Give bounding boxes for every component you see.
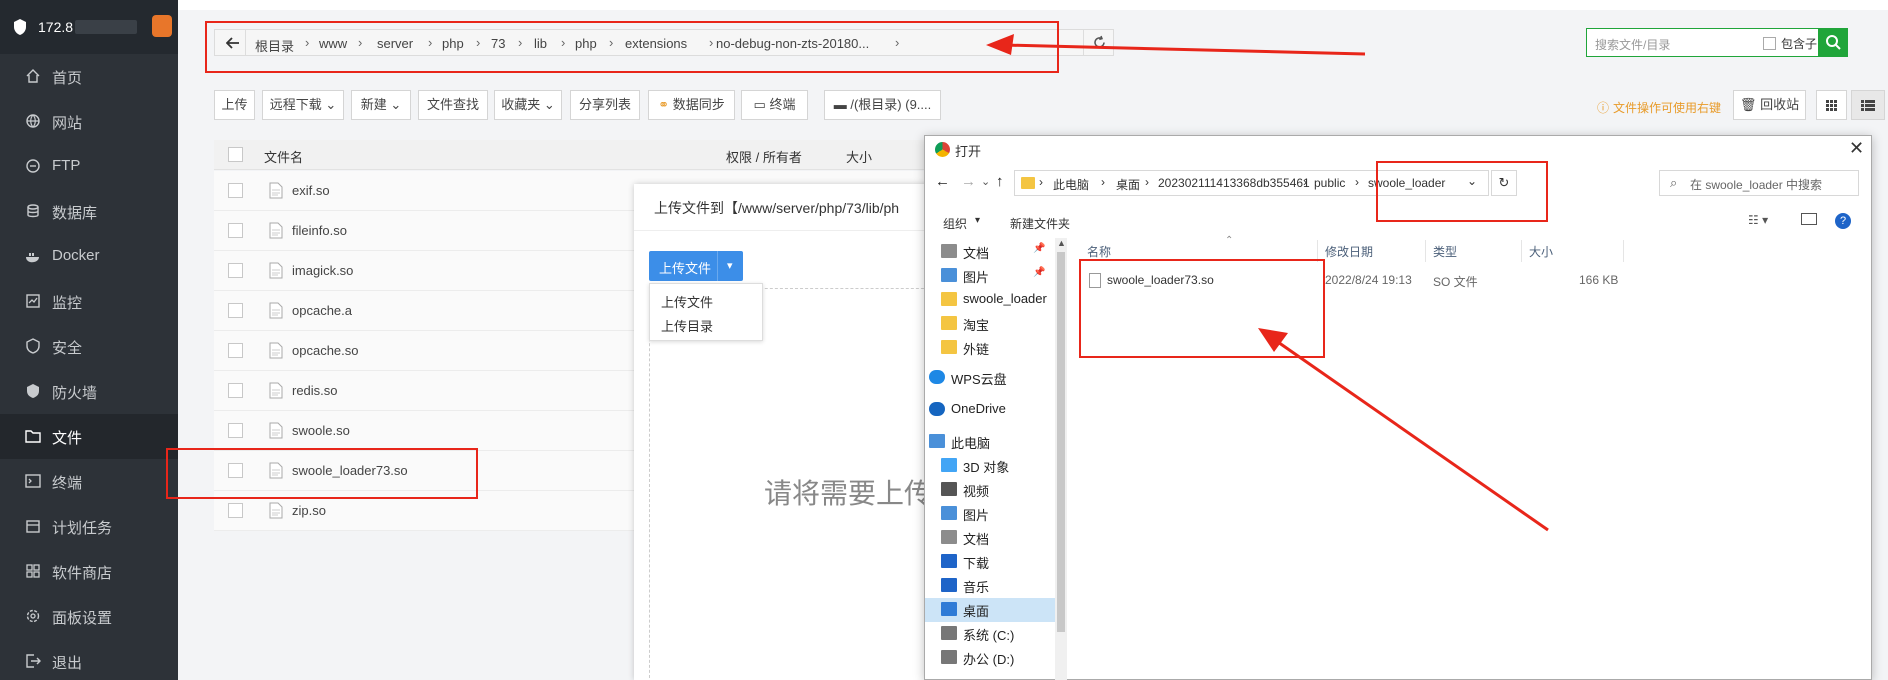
screen: 172.8 首页 网站 FTP 数据库 Docker 监控 安全 防火墙 文件 终端 计划任务 软件商… xyxy=(0,0,1888,680)
annotation-arrow-path xyxy=(986,34,1366,56)
annotation-arrow-file xyxy=(1258,328,1549,532)
annotation-arrows xyxy=(986,34,1549,532)
